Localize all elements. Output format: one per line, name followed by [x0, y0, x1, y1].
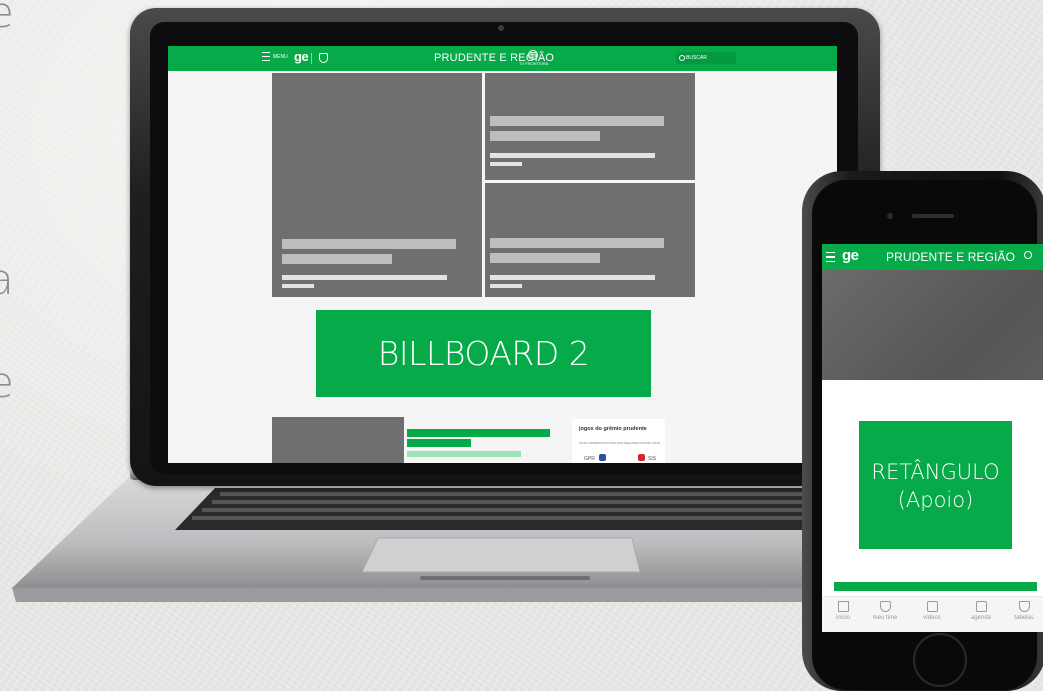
team-home-label: GPR — [584, 456, 595, 462]
hero-card-bottom[interactable] — [485, 183, 695, 297]
nav-label: meu time — [872, 615, 898, 621]
nav-label: agenda — [970, 615, 992, 621]
nav-label: tabelas — [1014, 615, 1034, 621]
nav-label: início — [835, 615, 850, 621]
team-home-crest-icon — [599, 454, 606, 461]
trophy-icon — [1018, 601, 1030, 612]
laptop-base — [12, 476, 860, 602]
search-label: BUSCAR — [686, 55, 707, 61]
nav-item-tabelas[interactable]: tabelas — [1005, 601, 1043, 621]
ad-line-2: (Apoio) — [897, 488, 974, 512]
team-away-label: SIS — [648, 456, 657, 462]
home-button[interactable] — [913, 633, 967, 687]
summary-placeholder — [282, 284, 314, 288]
hero-placeholder[interactable] — [822, 270, 1043, 380]
tv-fronteira-logo-icon — [528, 50, 538, 60]
billboard-ad[interactable]: BILLBOARD 2 — [316, 310, 651, 397]
nav-item-agenda[interactable]: agenda — [962, 601, 1000, 621]
news-headline-placeholder[interactable] — [407, 429, 550, 437]
games-widget[interactable]: jogos do grêmio prudente 19:30 CAMPEONAT… — [572, 419, 665, 463]
summary-placeholder — [282, 275, 447, 280]
tv-logo-label: TV FRONTEIRA — [519, 61, 549, 66]
widget-title: jogos do grêmio prudente — [579, 426, 647, 432]
laptop-screen: MENU ge PRUDENTE E REGIÃO TV FRONTEIRA B… — [168, 46, 837, 463]
earpiece-speaker — [912, 214, 954, 218]
site-header: MENU ge PRUDENTE E REGIÃO TV FRONTEIRA B… — [168, 46, 837, 71]
bottom-nav: início meu time vídeos agenda tabelas — [822, 596, 1043, 632]
menu-label: MENU — [273, 53, 288, 60]
nav-item-videos[interactable]: vídeos — [913, 601, 951, 621]
headline-placeholder — [490, 116, 664, 126]
header-divider — [311, 53, 312, 64]
hamburger-icon — [262, 52, 270, 61]
nav-item-inicio[interactable]: início — [824, 601, 862, 621]
background-text-1: e — [0, 0, 14, 37]
background-text-2: a — [0, 255, 14, 304]
team-away-crest-icon — [638, 454, 645, 461]
phone-screen: ge PRUDENTE E REGIÃO RETÂNGULO (Apoio) i… — [822, 244, 1043, 632]
summary-placeholder — [490, 153, 655, 158]
rectangle-ad[interactable]: RETÂNGULO (Apoio) — [859, 421, 1012, 549]
menu-button[interactable]: MENU — [262, 52, 288, 61]
ge-logo[interactable]: ge — [294, 49, 309, 64]
ad-line-1: RETÂNGULO — [871, 460, 1000, 484]
shield-icon[interactable] — [319, 53, 328, 63]
green-strip — [834, 582, 1037, 591]
background-text-3: e — [0, 358, 14, 407]
video-icon — [926, 601, 938, 612]
headline-placeholder — [490, 238, 664, 248]
headline-placeholder — [282, 239, 456, 249]
calendar-icon — [975, 601, 987, 612]
webcam-icon — [498, 25, 504, 31]
headline-placeholder — [490, 131, 600, 141]
news-summary-placeholder — [407, 451, 521, 457]
search-icon[interactable] — [1024, 251, 1032, 259]
summary-placeholder — [490, 284, 522, 288]
home-icon — [837, 601, 849, 612]
nav-label: vídeos — [923, 615, 941, 621]
headline-placeholder — [282, 254, 392, 264]
search-icon — [679, 55, 685, 61]
nav-item-meu-time[interactable]: meu time — [866, 601, 904, 621]
hero-card-main[interactable] — [272, 73, 482, 297]
page-title[interactable]: PRUDENTE E REGIÃO — [886, 250, 1015, 264]
summary-placeholder — [490, 275, 655, 280]
summary-placeholder — [490, 162, 522, 166]
ge-logo[interactable]: ge — [842, 247, 859, 264]
front-camera-icon — [887, 213, 893, 219]
news-thumbnail[interactable] — [272, 417, 404, 463]
hero-card-top[interactable] — [485, 73, 695, 180]
news-headline-placeholder[interactable] — [407, 439, 471, 447]
widget-subtitle: 19:30 CAMPEONATO PAULISTA SEGUNDA DIVISÃ… — [579, 441, 660, 445]
shield-icon — [879, 601, 891, 612]
headline-placeholder — [490, 253, 600, 263]
hamburger-icon[interactable] — [826, 252, 835, 262]
search-input[interactable]: BUSCAR — [676, 52, 736, 64]
mobile-header: ge PRUDENTE E REGIÃO — [822, 244, 1043, 270]
